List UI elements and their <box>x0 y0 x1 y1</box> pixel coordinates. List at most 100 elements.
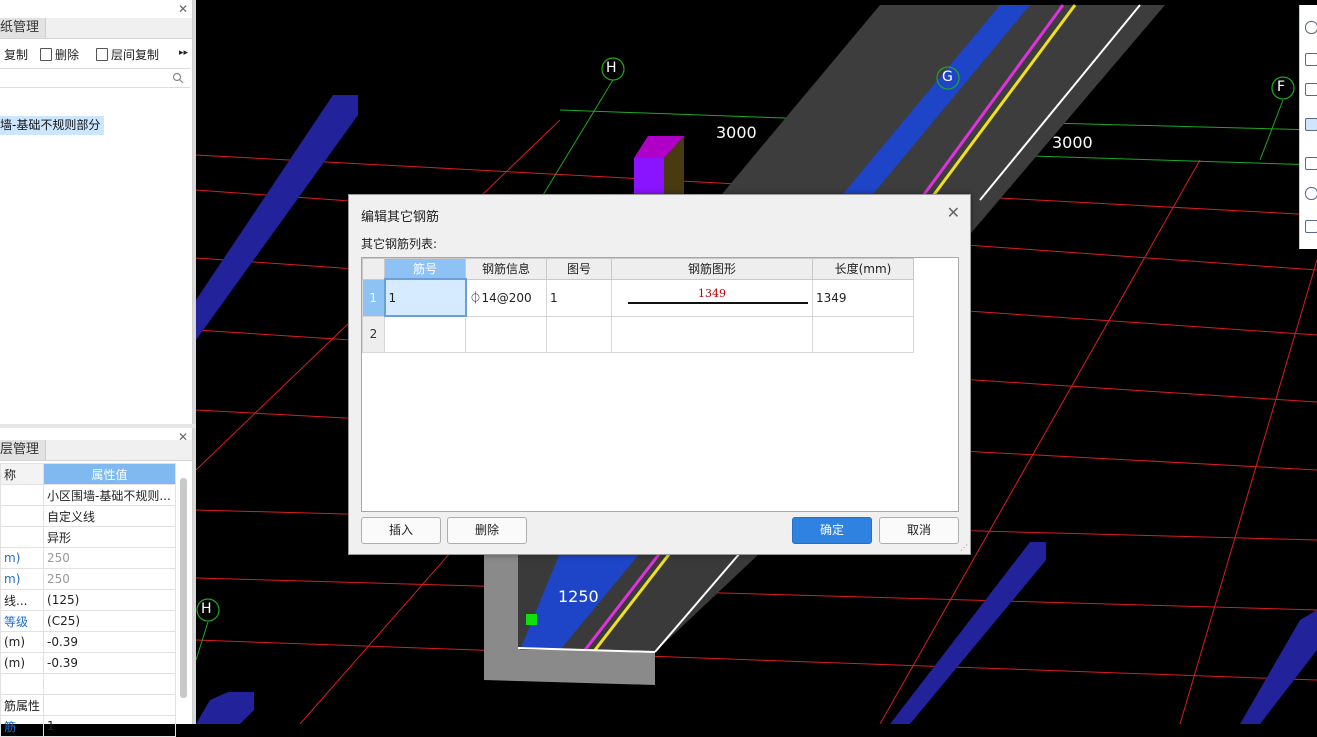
trash-icon <box>40 48 52 61</box>
property-name: (m) <box>0 631 45 653</box>
property-name: 等级 <box>0 610 45 632</box>
cancel-button[interactable]: 取消 <box>879 517 959 544</box>
row-index[interactable]: 2 <box>362 315 385 353</box>
axis-label-g: G <box>942 69 953 85</box>
delete-button[interactable]: 删除 <box>40 46 79 63</box>
search-icon <box>172 72 184 84</box>
column-header-figure-no[interactable]: 图号 <box>546 258 612 280</box>
copy-button[interactable]: 复制 <box>4 46 28 63</box>
table-row[interactable]: 筋1 <box>0 715 176 737</box>
drawing-management-panel: ✕ 纸管理 复制 删除 层间复制 ▸▸ 墙-基础不规则部分 <box>0 0 193 424</box>
table-row[interactable]: 2 <box>362 315 914 353</box>
rebar-shape-line <box>628 301 808 304</box>
property-name <box>0 673 45 695</box>
edit-other-rebar-dialog: 编辑其它钢筋 ✕ 其它钢筋列表: 筋号 钢筋信息 图号 钢筋图形 长度(mm) … <box>348 194 971 555</box>
column-header-length[interactable]: 长度(mm) <box>812 258 914 280</box>
dimension-label-1250: 1250 <box>558 587 599 606</box>
panel-tabbar: 纸管理 <box>0 18 192 39</box>
table-row[interactable]: 1 1 ⏀14@200 1 1349 1349 <box>362 278 914 317</box>
property-name <box>0 484 45 506</box>
property-value[interactable]: -0.39 <box>43 652 176 674</box>
table-row[interactable]: 筋属性 <box>0 694 176 716</box>
property-value[interactable]: 异形 <box>43 526 176 548</box>
property-scrollbar[interactable] <box>180 478 187 698</box>
column-header-name: 称 <box>0 463 45 485</box>
property-value[interactable] <box>43 673 176 695</box>
property-value[interactable]: 1 <box>43 715 176 737</box>
search-input[interactable] <box>0 68 190 88</box>
property-panel: ✕ 层管理 称 属性值 小区围墙-基础不规则... 自定义线 异形 m) 250 m) 25… <box>0 428 193 737</box>
rebar-info-cell[interactable]: ⏀14@200 <box>465 278 547 317</box>
length-cell[interactable]: 1349 <box>812 278 914 317</box>
table-row[interactable]: m) 250 <box>0 547 176 569</box>
column-header-rebar-shape[interactable]: 钢筋图形 <box>611 258 813 280</box>
table-row[interactable]: (m) -0.39 <box>0 631 176 653</box>
floor-copy-button[interactable]: 层间复制 <box>96 46 159 63</box>
panel-toolbar: 复制 删除 层间复制 ▸▸ <box>0 43 192 65</box>
rebar-shape-cell[interactable] <box>611 315 813 353</box>
bar-no-cell[interactable] <box>384 315 466 353</box>
length-cell[interactable] <box>812 315 914 353</box>
property-table: 称 属性值 小区围墙-基础不规则... 自定义线 异形 m) 250 m) 250 线...(… <box>0 463 176 737</box>
table-row[interactable]: m) 250 <box>0 568 176 590</box>
rotate-icon[interactable] <box>1305 187 1317 200</box>
close-icon[interactable]: ✕ <box>178 2 188 16</box>
2d-view-icon[interactable] <box>1305 53 1317 66</box>
property-name: (m) <box>0 652 45 674</box>
bar-no-cell[interactable]: 1 <box>383 278 467 317</box>
row-index[interactable]: 1 <box>362 278 385 317</box>
table-row[interactable]: 异形 <box>0 526 176 548</box>
property-name: 线... <box>0 589 45 611</box>
column-header-rebar-info[interactable]: 钢筋信息 <box>465 258 547 280</box>
figure-no-cell[interactable] <box>546 315 612 353</box>
delete-button[interactable]: 删除 <box>447 517 527 544</box>
list-icon[interactable] <box>1305 220 1317 233</box>
rebar-info-cell[interactable] <box>465 315 547 353</box>
property-value[interactable]: -0.39 <box>43 631 176 653</box>
table-row[interactable]: 小区围墙-基础不规则... <box>0 484 176 506</box>
view-cube-icon[interactable] <box>1305 21 1317 34</box>
tab-drawing-management[interactable]: 纸管理 <box>0 18 47 38</box>
property-name: m) <box>0 568 45 590</box>
dimension-label-3000-right: 3000 <box>1052 133 1093 152</box>
resize-grip-icon[interactable]: ⋰ <box>960 544 968 552</box>
dialog-title: 编辑其它钢筋 <box>361 210 440 225</box>
insert-button[interactable]: 插入 <box>361 517 441 544</box>
rebar-table: 筋号 钢筋信息 图号 钢筋图形 长度(mm) 1 1 ⏀14@200 1 134… <box>362 258 914 353</box>
shape-dimension-label: 1349 <box>698 286 726 300</box>
table-row[interactable]: 等级 (C25) <box>0 610 176 632</box>
tab-floor-management[interactable]: 层管理 <box>0 440 47 460</box>
property-value[interactable]: 250 <box>43 568 176 590</box>
grid-corner <box>362 258 385 280</box>
figure-no-cell[interactable]: 1 <box>546 278 612 317</box>
view-box-icon[interactable] <box>1305 83 1317 96</box>
rebar-grid[interactable]: 筋号 钢筋信息 图号 钢筋图形 长度(mm) 1 1 ⏀14@200 1 134… <box>361 257 959 512</box>
tree-item-selected[interactable]: 墙-基础不规则部分 <box>0 116 105 135</box>
axis-label-f: F <box>1277 79 1286 95</box>
frame-icon[interactable] <box>1305 157 1317 170</box>
rebar-shape-cell[interactable]: 1349 <box>611 278 813 317</box>
table-row[interactable]: 自定义线 <box>0 505 176 527</box>
close-icon[interactable]: ✕ <box>947 203 960 222</box>
column-header-bar-no[interactable]: 筋号 <box>384 258 466 280</box>
axis-label-h-bottom: H <box>201 601 212 617</box>
property-value[interactable]: 250 <box>43 547 176 569</box>
property-name: 筋 <box>0 715 45 737</box>
table-row[interactable]: 线... (125) <box>0 589 176 611</box>
table-row[interactable]: (m) -0.39 <box>0 652 176 674</box>
property-value[interactable]: (C25) <box>43 610 176 632</box>
right-view-toolbar <box>1299 5 1317 249</box>
axis-label-h-top: H <box>606 60 617 76</box>
property-value[interactable]: 小区围墙-基础不规则... <box>43 484 176 506</box>
table-row[interactable] <box>0 673 176 695</box>
property-name: m) <box>0 547 45 569</box>
property-value[interactable] <box>43 694 176 716</box>
copy-icon <box>96 48 108 61</box>
property-value[interactable]: 自定义线 <box>43 505 176 527</box>
property-value[interactable]: (125) <box>43 589 176 611</box>
ok-button[interactable]: 确定 <box>792 517 872 544</box>
3d-box-icon[interactable] <box>1305 118 1317 131</box>
property-name <box>0 505 45 527</box>
column-header-value: 属性值 <box>43 463 176 485</box>
more-tools-button[interactable]: ▸▸ <box>179 48 188 58</box>
